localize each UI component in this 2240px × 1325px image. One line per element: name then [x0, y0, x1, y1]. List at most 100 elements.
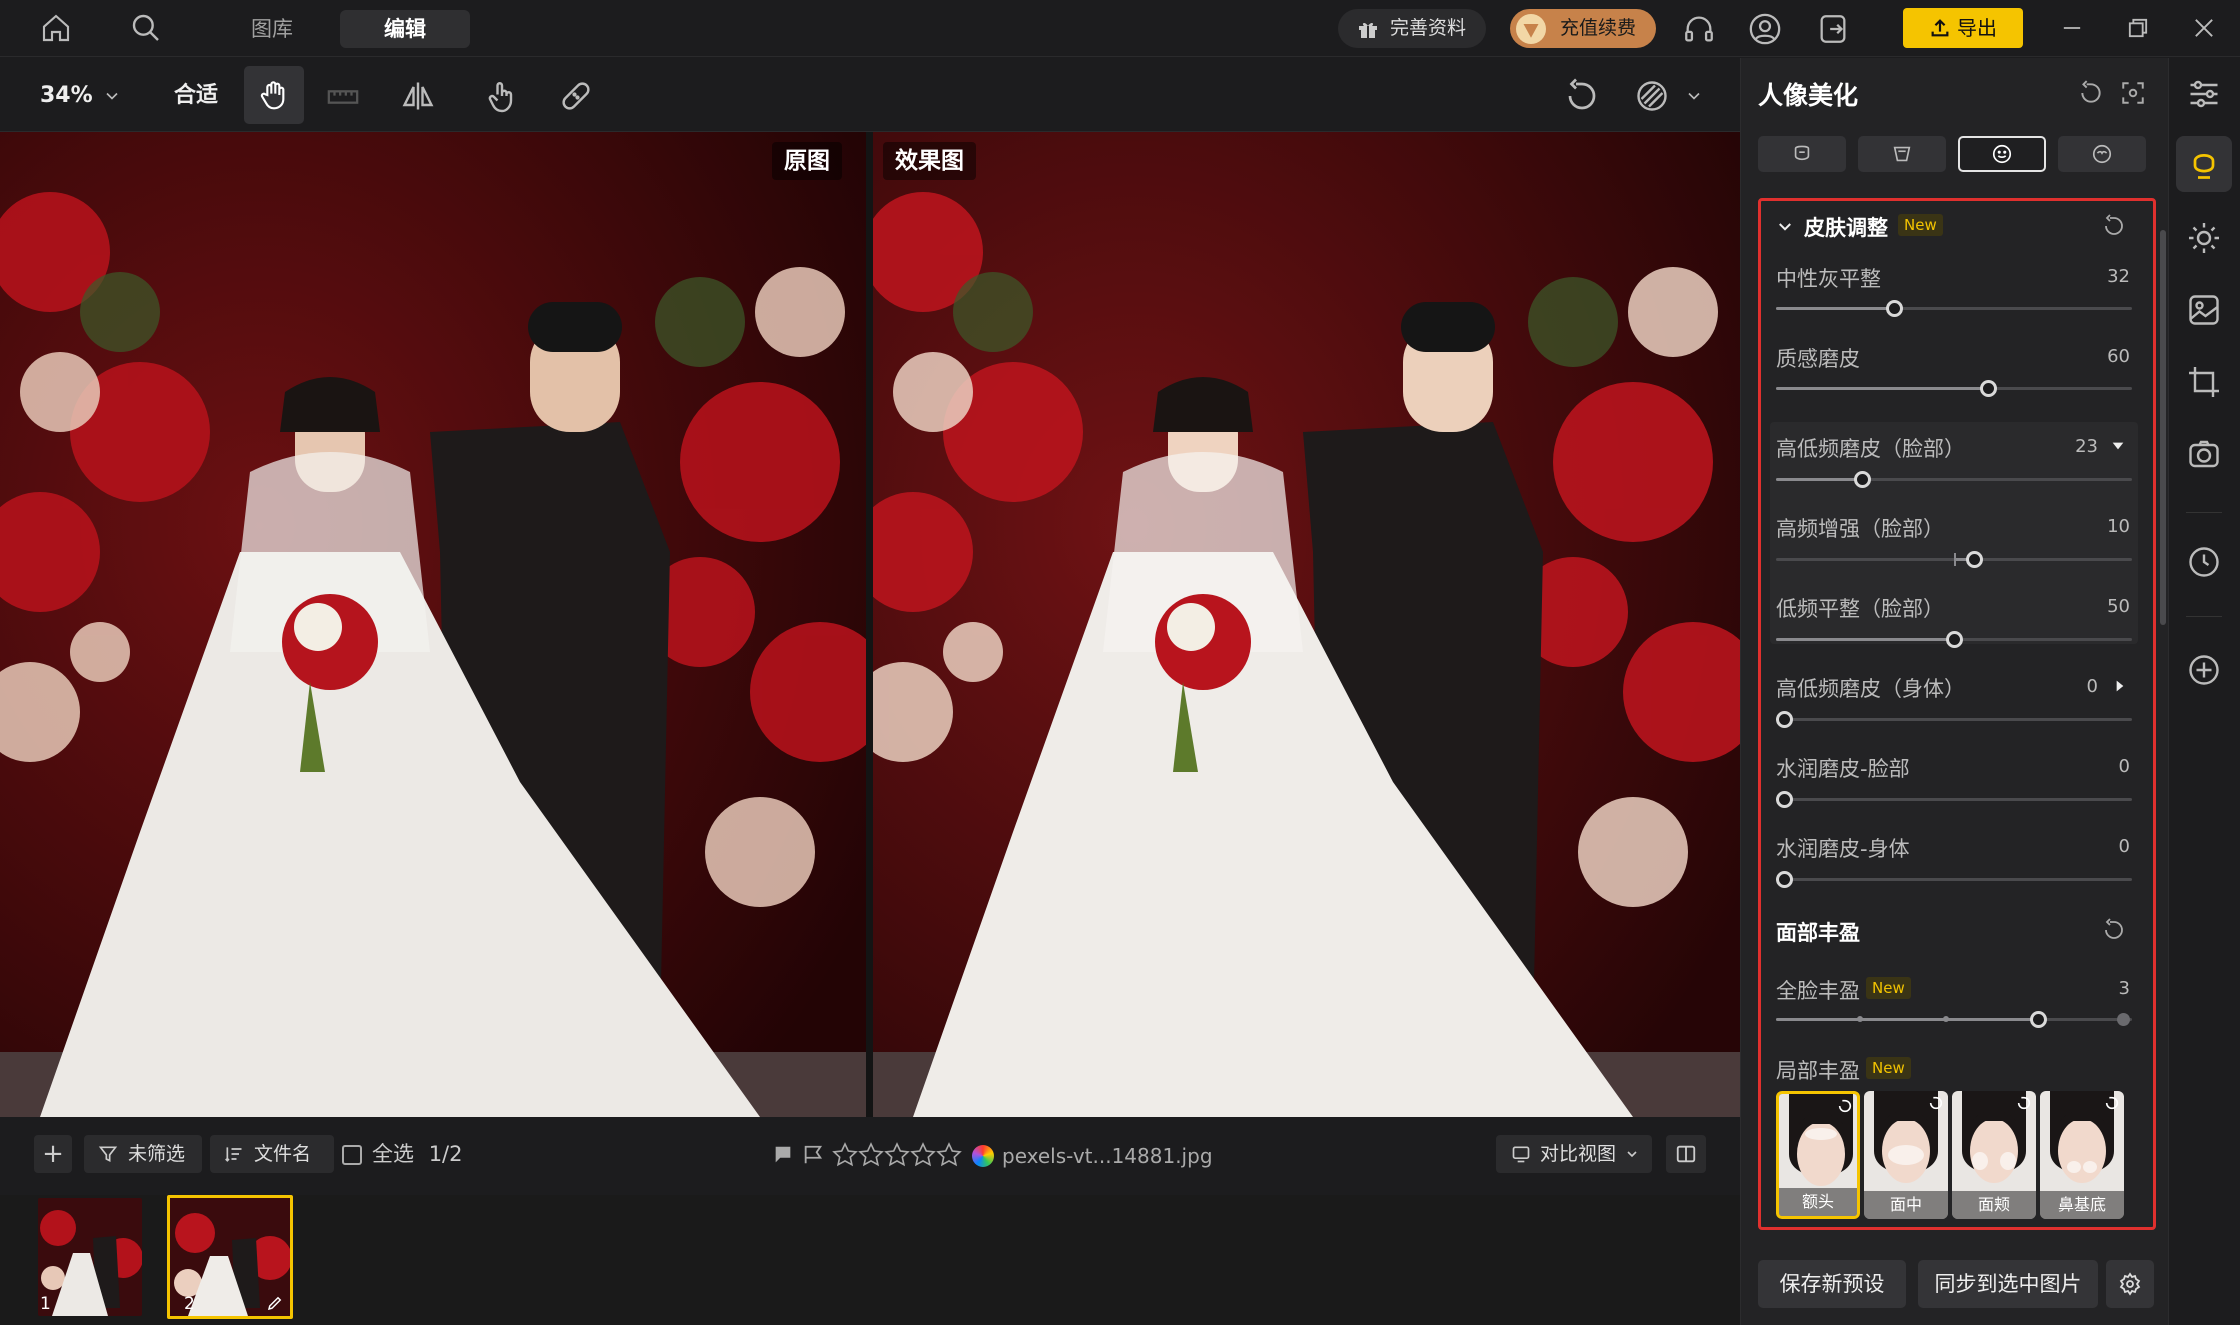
zoom-value: 34%	[40, 83, 93, 108]
home-icon[interactable]	[40, 12, 72, 44]
color-label-icon[interactable]	[972, 1145, 994, 1167]
section-reset-icon[interactable]	[2102, 214, 2126, 238]
save-preset-button[interactable]: 保存新预设	[1758, 1260, 1906, 1308]
ruler-icon[interactable]	[326, 80, 360, 114]
tab-gallery[interactable]: 图库	[228, 10, 316, 48]
slider-knob[interactable]	[1776, 791, 1793, 808]
face-area-label: 面颊	[1952, 1191, 2036, 1219]
slider-moist-face[interactable]	[1776, 791, 2132, 808]
preset-settings-button[interactable]	[2106, 1260, 2154, 1308]
monitor-icon	[1510, 1144, 1532, 1164]
hand-tool-button[interactable]	[244, 66, 304, 124]
tab-skin[interactable]	[1958, 136, 2046, 172]
select-all-checkbox[interactable]: 全选 1/2	[342, 1135, 462, 1173]
camera-icon[interactable]	[2186, 436, 2222, 472]
slider-knob[interactable]	[1886, 300, 1903, 317]
complete-profile-button[interactable]: 完善资料	[1338, 9, 1486, 48]
caret-down-icon[interactable]	[2110, 438, 2126, 454]
slider-high-freq-face[interactable]	[1776, 551, 2132, 568]
new-tag: New	[1866, 1057, 1911, 1079]
thumbnail-1[interactable]: 1	[38, 1198, 142, 1316]
image-edit-icon[interactable]	[2186, 292, 2222, 328]
flip-icon[interactable]	[400, 78, 436, 114]
collapse-chevron-icon[interactable]	[1776, 218, 1794, 236]
edit-toolbar: 34% 合适	[0, 58, 1740, 132]
headset-icon[interactable]	[1682, 12, 1716, 46]
slider-knob[interactable]	[2030, 1011, 2047, 1028]
touch-icon[interactable]	[484, 78, 520, 114]
logout-icon[interactable]	[1816, 12, 1850, 46]
face-section-reset-icon[interactable]	[2102, 918, 2126, 942]
bottom-bar: + 未筛选 文件名 全选 1/2 pexels-vt...14881.jpg 对…	[0, 1117, 1740, 1195]
slider-knob[interactable]	[1980, 380, 1997, 397]
restore-icon[interactable]	[2124, 14, 2152, 42]
face-shape-icon	[1790, 143, 1814, 165]
effect-image[interactable]: 效果图	[873, 132, 1740, 1117]
sort-button[interactable]: 文件名	[210, 1135, 334, 1173]
portrait-tool-button[interactable]	[2176, 136, 2232, 192]
fit-button[interactable]: 合适	[174, 78, 218, 114]
slider-label-freq-face: 高低频磨皮（脸部）	[1776, 437, 1965, 461]
original-label: 原图	[772, 142, 842, 180]
slider-knob[interactable]	[1854, 471, 1871, 488]
history-icon[interactable]	[2186, 544, 2222, 580]
makeup-icon	[2090, 143, 2114, 165]
sync-to-selected-button[interactable]: 同步到选中图片	[1918, 1260, 2098, 1308]
face-scan-icon[interactable]	[2120, 80, 2146, 106]
tab-body[interactable]	[1858, 136, 1946, 172]
slider-freq-body[interactable]	[1776, 711, 2132, 728]
slider-full-face[interactable]	[1776, 1011, 2132, 1028]
thumbnail-2[interactable]: 2	[167, 1195, 293, 1319]
slider-neutral-gray[interactable]	[1776, 300, 2132, 317]
caret-right-icon[interactable]	[2112, 678, 2128, 694]
reject-flag-icon[interactable]	[802, 1144, 824, 1166]
diamond-icon	[1516, 14, 1546, 44]
user-icon[interactable]	[1748, 12, 1782, 46]
slider-label-texture-smoothing: 质感磨皮	[1776, 347, 1860, 371]
bandage-icon[interactable]	[558, 78, 594, 114]
tab-edit[interactable]: 编辑	[340, 10, 470, 48]
add-circle-icon[interactable]	[2186, 652, 2222, 688]
slider-low-freq-face[interactable]	[1776, 631, 2132, 648]
slider-value-full-face: 3	[2118, 978, 2130, 999]
tab-face-shape[interactable]	[1758, 136, 1846, 172]
adjust-sliders-icon[interactable]	[2186, 76, 2222, 112]
original-image[interactable]: 原图	[0, 132, 866, 1117]
filter-button[interactable]: 未筛选	[84, 1135, 202, 1173]
crop-icon[interactable]	[2186, 364, 2222, 400]
export-button[interactable]: 导出	[1903, 8, 2023, 48]
slider-knob[interactable]	[1776, 871, 1793, 888]
slider-knob[interactable]	[1966, 551, 1983, 568]
local-fill-label: 局部丰盈	[1776, 1059, 1860, 1083]
flag-icon[interactable]	[772, 1144, 794, 1166]
face-area-cheeks[interactable]: 面颊	[1952, 1091, 2036, 1219]
overlay-chevron-icon[interactable]	[1684, 86, 1704, 106]
panel-reset-icon[interactable]	[2078, 80, 2104, 106]
panel-scrollbar[interactable]	[2160, 230, 2166, 625]
slider-label-full-face: 全脸丰盈	[1776, 979, 1860, 1003]
star-rating[interactable]	[832, 1142, 962, 1168]
close-icon[interactable]	[2190, 14, 2218, 42]
slider-moist-body[interactable]	[1776, 871, 2132, 888]
slider-texture-smoothing[interactable]	[1776, 380, 2132, 397]
filter-icon	[98, 1144, 118, 1164]
upload-icon	[1929, 17, 1951, 39]
overlay-icon[interactable]	[1634, 78, 1670, 114]
recharge-button[interactable]: 充值续费	[1510, 9, 1656, 48]
search-icon[interactable]	[130, 12, 162, 44]
compare-view-dropdown[interactable]: 对比视图	[1496, 1135, 1652, 1173]
zoom-dropdown[interactable]: 34%	[40, 78, 118, 114]
split-view-button[interactable]	[1666, 1135, 1706, 1173]
slider-freq-face[interactable]	[1776, 471, 2132, 488]
select-all-label: 全选	[372, 1142, 414, 1166]
reset-icon[interactable]	[1564, 78, 1600, 114]
minimize-icon[interactable]	[2058, 14, 2086, 42]
brightness-icon[interactable]	[2186, 220, 2222, 256]
face-area-nose-base[interactable]: 鼻基底	[2040, 1091, 2124, 1219]
tab-makeup[interactable]	[2058, 136, 2146, 172]
add-button[interactable]: +	[34, 1135, 72, 1173]
face-area-forehead[interactable]: 额头	[1776, 1091, 1860, 1219]
slider-knob[interactable]	[1776, 711, 1793, 728]
slider-knob[interactable]	[1946, 631, 1963, 648]
face-area-midface[interactable]: 面中	[1864, 1091, 1948, 1219]
